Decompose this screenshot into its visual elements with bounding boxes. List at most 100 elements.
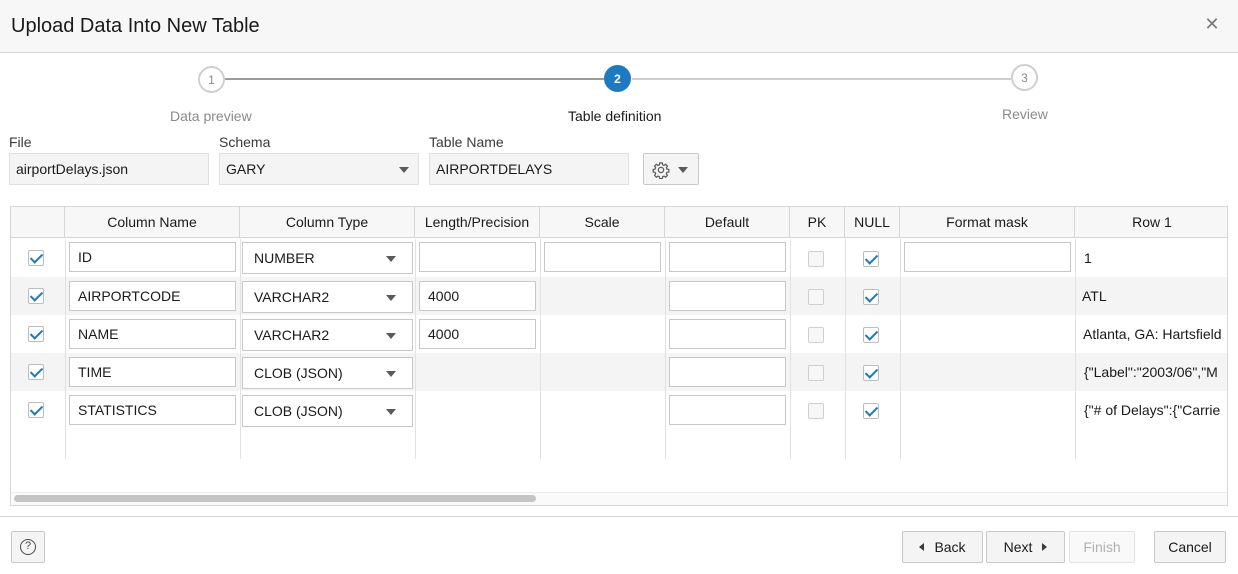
column-type-select[interactable]: VARCHAR2 (242, 319, 413, 351)
file-label: File (9, 134, 32, 150)
pk-checkbox[interactable] (808, 289, 824, 305)
dialog-titlebar: Upload Data Into New Table ✕ (0, 0, 1238, 53)
pk-checkbox[interactable] (808, 365, 824, 381)
column-divider (790, 239, 791, 459)
null-checkbox[interactable] (863, 289, 879, 305)
chevron-down-icon (399, 167, 409, 173)
column-type-select[interactable]: CLOB (JSON) (242, 357, 413, 389)
chevron-down-icon (386, 333, 396, 339)
include-checkbox[interactable] (28, 364, 44, 380)
default-input[interactable] (669, 395, 786, 425)
horizontal-scrollbar-thumb[interactable] (14, 495, 536, 502)
length-input[interactable]: 4000 (419, 281, 536, 311)
column-type-value: VARCHAR2 (254, 289, 330, 305)
null-checkbox[interactable] (863, 403, 879, 419)
pk-checkbox[interactable] (808, 327, 824, 343)
help-button[interactable]: ? (11, 531, 45, 563)
table-settings-button[interactable] (643, 153, 699, 185)
next-label: Next (1003, 539, 1033, 555)
table-name-input[interactable]: AIRPORTDELAYS (429, 153, 629, 185)
step-3-circle: 3 (1011, 64, 1038, 91)
column-name-input[interactable]: TIME (69, 357, 236, 387)
column-type-value: NUMBER (254, 250, 315, 266)
column-divider (1075, 239, 1076, 459)
grid-header: Column Name Column Type Length/Precision… (11, 207, 1227, 238)
chevron-down-icon (386, 371, 396, 377)
column-type-select[interactable]: VARCHAR2 (242, 281, 413, 313)
column-divider (65, 239, 66, 459)
chevron-down-icon (386, 409, 396, 415)
column-name-input[interactable]: STATISTICS (69, 395, 236, 425)
format-mask-input[interactable] (904, 242, 1071, 272)
row-1-value: Atlanta, GA: Hartsfield (1083, 326, 1222, 342)
table-row: AIRPORTCODE VARCHAR2 4000 ATL (11, 277, 1227, 315)
header-scale[interactable]: Scale (540, 207, 665, 238)
row-1-value: {"Label":"2003/06","M (1084, 364, 1218, 380)
column-type-select[interactable]: CLOB (JSON) (242, 395, 413, 427)
table-name-label: Table Name (429, 134, 504, 150)
step-1-label: Data preview (170, 108, 252, 124)
header-row-1[interactable]: Row 1 (1075, 207, 1227, 238)
default-input[interactable] (669, 319, 786, 349)
next-button[interactable]: Next (986, 531, 1065, 563)
column-type-select[interactable]: NUMBER (242, 242, 413, 274)
chevron-right-icon (1042, 543, 1048, 551)
length-input[interactable] (419, 242, 536, 272)
close-icon[interactable]: ✕ (1202, 14, 1222, 34)
length-input[interactable]: 4000 (419, 319, 536, 349)
table-row: STATISTICS CLOB (JSON) {"# of Delays":{"… (11, 391, 1227, 429)
include-checkbox[interactable] (28, 326, 44, 342)
header-length-precision[interactable]: Length/Precision (415, 207, 540, 238)
pk-checkbox[interactable] (808, 403, 824, 419)
header-format-mask[interactable]: Format mask (900, 207, 1075, 238)
header-null[interactable]: NULL (845, 207, 900, 238)
row-1-value: ATL (1082, 288, 1107, 304)
help-icon: ? (20, 539, 36, 555)
include-checkbox[interactable] (28, 402, 44, 418)
column-divider (900, 239, 901, 459)
table-row: ID NUMBER 1 (11, 239, 1227, 277)
stepper-line-completed (225, 78, 604, 80)
dialog-title: Upload Data Into New Table (11, 15, 260, 37)
header-column-type[interactable]: Column Type (240, 207, 415, 238)
back-button[interactable]: Back (902, 531, 983, 563)
step-3-label: Review (1002, 106, 1048, 122)
column-type-value: VARCHAR2 (254, 327, 330, 343)
default-input[interactable] (669, 242, 786, 272)
header-column-name[interactable]: Column Name (65, 207, 240, 238)
column-definition-grid: Column Name Column Type Length/Precision… (10, 206, 1228, 506)
finish-button[interactable]: Finish (1069, 531, 1135, 563)
default-input[interactable] (669, 357, 786, 387)
back-label: Back (934, 539, 966, 555)
chevron-down-icon (386, 256, 396, 262)
header-pk[interactable]: PK (790, 207, 845, 238)
step-1-circle[interactable]: 1 (198, 66, 225, 93)
dialog-footer: ? Back Next Finish Cancel (0, 516, 1238, 574)
cancel-button[interactable]: Cancel (1154, 531, 1226, 563)
schema-label: Schema (219, 134, 271, 150)
chevron-down-icon (386, 295, 396, 301)
include-checkbox[interactable] (28, 288, 44, 304)
cancel-label: Cancel (1168, 539, 1212, 555)
horizontal-scrollbar-track[interactable] (11, 492, 1227, 505)
column-divider (665, 239, 666, 459)
column-name-input[interactable]: AIRPORTCODE (69, 281, 236, 311)
finish-label: Finish (1083, 539, 1121, 555)
step-2-label: Table definition (568, 108, 662, 124)
column-name-input[interactable]: NAME (69, 319, 236, 349)
null-checkbox[interactable] (863, 251, 879, 267)
chevron-down-icon (678, 167, 688, 173)
default-input[interactable] (669, 281, 786, 311)
schema-select[interactable]: GARY (219, 153, 419, 185)
column-divider (415, 239, 416, 459)
null-checkbox[interactable] (863, 365, 879, 381)
column-name-input[interactable]: ID (69, 242, 236, 272)
column-type-value: CLOB (JSON) (254, 365, 343, 381)
include-checkbox[interactable] (28, 250, 44, 266)
pk-checkbox[interactable] (808, 251, 824, 267)
column-divider (240, 239, 241, 459)
column-type-value: CLOB (JSON) (254, 403, 343, 419)
header-default[interactable]: Default (665, 207, 790, 238)
null-checkbox[interactable] (863, 327, 879, 343)
scale-input[interactable] (544, 242, 661, 272)
